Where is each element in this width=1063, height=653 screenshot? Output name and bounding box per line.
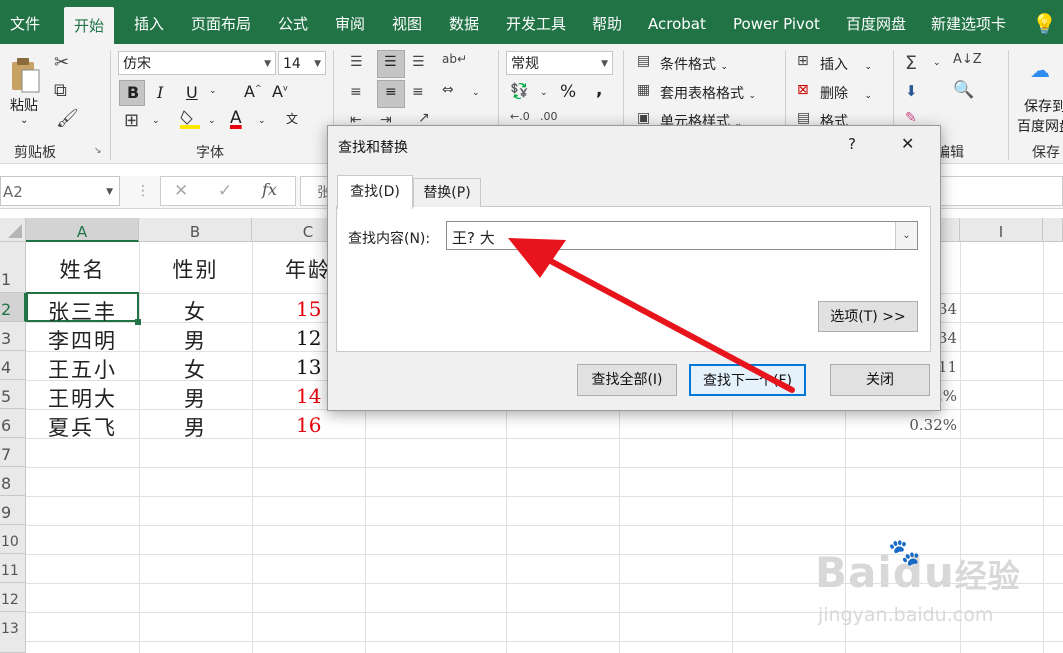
annotation-arrow [508, 238, 795, 393]
